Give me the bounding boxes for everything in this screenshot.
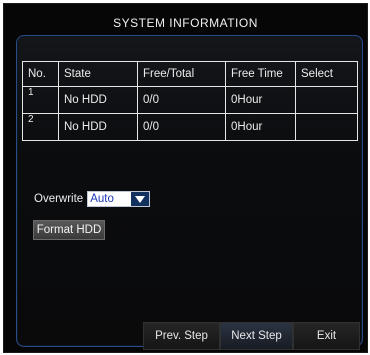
cell-select[interactable] [295, 113, 358, 141]
format-hdd-button[interactable]: Format HDD [33, 220, 105, 240]
cell-free-time: 0Hour [225, 113, 296, 141]
col-header-select: Select [295, 61, 358, 87]
hdd-table: No. State Free/Total Free Time Select 1 … [22, 61, 358, 141]
cell-state: No HDD [58, 86, 138, 114]
overwrite-dropdown[interactable]: Auto [87, 191, 151, 207]
col-header-no: No. [22, 61, 59, 87]
overwrite-row: Overwrite Auto [34, 191, 151, 207]
table-row[interactable]: 2 No HDD 0/0 0Hour [22, 113, 358, 141]
overwrite-label: Overwrite [34, 193, 84, 205]
col-header-free-total: Free/Total [137, 61, 226, 87]
window-title: SYSTEM INFORMATION [113, 16, 258, 30]
triangle-down-icon[interactable] [131, 192, 150, 206]
next-step-button[interactable]: Next Step [220, 322, 293, 350]
col-header-state: State [58, 61, 138, 87]
cell-no: 2 [22, 113, 59, 141]
cell-no: 1 [22, 86, 59, 114]
col-header-free-time: Free Time [225, 61, 296, 87]
exit-button[interactable]: Exit [293, 322, 360, 350]
table-header-row: No. State Free/Total Free Time Select [22, 61, 358, 87]
table-row[interactable]: 1 No HDD 0/0 0Hour [22, 86, 358, 114]
cell-free-time: 0Hour [225, 86, 296, 114]
cell-state: No HDD [58, 113, 138, 141]
bottom-button-bar: Prev. Step Next Step Exit [143, 322, 360, 350]
cell-free-total: 0/0 [137, 113, 226, 141]
system-information-window: SYSTEM INFORMATION [3, 3, 368, 353]
cell-select[interactable] [295, 86, 358, 114]
cell-free-total: 0/0 [137, 86, 226, 114]
prev-step-button[interactable]: Prev. Step [143, 322, 220, 350]
overwrite-value: Auto [90, 193, 114, 205]
